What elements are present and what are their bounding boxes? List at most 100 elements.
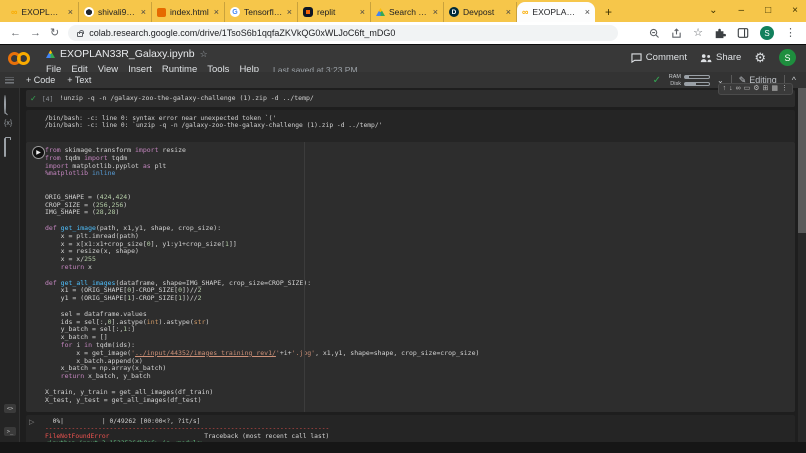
code-line: %matplotlib inline bbox=[45, 170, 795, 178]
minimize-button[interactable]: – bbox=[739, 6, 745, 16]
code-line bbox=[45, 178, 795, 186]
zoom-icon[interactable] bbox=[649, 28, 660, 39]
close-tab-icon[interactable]: × bbox=[506, 8, 511, 17]
notebook-title[interactable]: EXOPLAN33R_Galaxy.ipynb bbox=[60, 48, 195, 60]
browser-profile-avatar[interactable]: S bbox=[760, 26, 774, 40]
scrollbar-thumb[interactable] bbox=[798, 88, 806, 233]
browser-tab[interactable]: replit× bbox=[298, 2, 371, 22]
delete-cell-icon[interactable]: ▦ bbox=[771, 85, 778, 93]
tab-label: EXOPLAN33 bbox=[21, 7, 63, 17]
tab-search-chevron-icon[interactable]: ⌄ bbox=[709, 6, 717, 16]
cell-settings-icon[interactable]: ⚙ bbox=[753, 85, 759, 93]
add-comment-icon[interactable]: ▭ bbox=[744, 85, 751, 93]
tab-strip: ∞EXOPLAN33×shivali917/E×index.html×GTens… bbox=[6, 0, 595, 22]
extensions-puzzle-icon[interactable] bbox=[714, 27, 726, 39]
comment-button[interactable]: Comment bbox=[631, 52, 687, 63]
add-text-button[interactable]: + Text bbox=[67, 75, 91, 85]
browser-tab[interactable]: index.html × bbox=[152, 2, 225, 22]
resource-meter[interactable]: RAM Disk bbox=[668, 74, 710, 87]
code-line: X_test, y_test = get_all_images(df_test) bbox=[45, 397, 795, 405]
move-cell-down-icon[interactable]: ↓ bbox=[729, 85, 733, 93]
tab-label: index.html bbox=[170, 7, 210, 17]
url-text[interactable]: colab.research.google.com/drive/1TsoS6b1… bbox=[89, 28, 395, 38]
colab-favicon-icon: ∞ bbox=[11, 8, 17, 17]
notebook-scrollbar[interactable] bbox=[798, 88, 806, 442]
link-to-cell-icon[interactable]: ∞ bbox=[736, 85, 741, 93]
close-tab-icon[interactable]: × bbox=[585, 8, 590, 17]
forward-icon[interactable]: → bbox=[30, 28, 41, 39]
table-of-contents-icon[interactable] bbox=[5, 77, 14, 84]
colab-logo-icon[interactable] bbox=[8, 51, 40, 67]
add-code-button[interactable]: + Code bbox=[26, 75, 55, 85]
browser-tab[interactable]: Search resu× bbox=[371, 2, 444, 22]
run-cell-button[interactable]: ▶ bbox=[32, 146, 45, 159]
browser-tab[interactable]: DDevpost× bbox=[444, 2, 517, 22]
code-line: IMG_SHAPE = (28,28) bbox=[45, 209, 795, 217]
column-ruler bbox=[304, 142, 305, 412]
star-notebook-icon[interactable]: ☆ bbox=[200, 49, 208, 60]
drive-file-icon bbox=[46, 50, 55, 58]
code-line: return x bbox=[45, 264, 795, 272]
code-line: FileNotFoundError Traceback (most recent… bbox=[45, 433, 795, 440]
browser-tab[interactable]: GTensorflow× bbox=[225, 2, 298, 22]
search-icon[interactable] bbox=[4, 96, 6, 114]
code-line: ORIG_SHAPE = (424,424) bbox=[45, 194, 795, 202]
address-bar: ← → ↻ colab.research.google.com/drive/1T… bbox=[0, 22, 806, 45]
code-line bbox=[45, 186, 795, 194]
ram-bar bbox=[684, 75, 710, 79]
code-cell-2[interactable]: ▶ from skimage.transform import resizefr… bbox=[26, 142, 795, 412]
close-window-button[interactable]: × bbox=[792, 6, 798, 16]
drive-favicon-icon bbox=[376, 8, 385, 16]
colab-profile-avatar[interactable]: S bbox=[779, 49, 796, 66]
share-icon[interactable] bbox=[671, 28, 682, 39]
settings-gear-icon[interactable]: ⚙ bbox=[754, 51, 766, 64]
mirror-cell-icon[interactable]: ⊞ bbox=[763, 85, 769, 93]
files-folder-icon[interactable] bbox=[4, 139, 6, 157]
code-line: y1 = (ORIG_SHAPE[1]-CROP_SIZE[1])//2 bbox=[45, 295, 795, 303]
code-cell-1[interactable]: ✓ [4] !unzip -q -n /galaxy-zoo-the-galax… bbox=[26, 90, 795, 107]
url-field[interactable]: colab.research.google.com/drive/1TsoS6b1… bbox=[68, 25, 618, 41]
close-tab-icon[interactable]: × bbox=[433, 8, 438, 17]
cell-1-code[interactable]: !unzip -q -n /galaxy-zoo-the-galaxy-chal… bbox=[59, 95, 313, 103]
code-line: import matplotlib.pyplot as plt bbox=[45, 163, 795, 171]
browser-tab[interactable]: ∞ EXOPLAN33 × bbox=[6, 2, 79, 22]
close-tab-icon[interactable]: × bbox=[68, 8, 73, 17]
close-tab-icon[interactable]: × bbox=[287, 8, 292, 17]
close-tab-icon[interactable]: × bbox=[360, 8, 365, 17]
code-line: x_batch = [] bbox=[45, 334, 795, 342]
close-tab-icon[interactable]: × bbox=[141, 8, 146, 17]
code-line: x = x[x1:x1+crop_size[0], y1:y1+crop_siz… bbox=[45, 241, 795, 249]
notebook-content: {x} <> >_ ✓ [4] !unzip -q -n /galaxy-zoo… bbox=[0, 88, 806, 453]
move-cell-up-icon[interactable]: ↑ bbox=[723, 85, 727, 93]
side-panel-icon[interactable] bbox=[737, 27, 749, 39]
execution-count[interactable]: [4] bbox=[42, 95, 54, 103]
variables-icon[interactable]: {x} bbox=[4, 120, 12, 127]
browser-tab[interactable]: ∞EXOPLAN33× bbox=[517, 2, 595, 22]
browser-tab-bar: ∞EXOPLAN33×shivali917/E×index.html×GTens… bbox=[0, 0, 806, 22]
disk-bar bbox=[684, 82, 710, 86]
maximize-button[interactable]: □ bbox=[765, 6, 771, 16]
new-tab-button[interactable]: + bbox=[605, 5, 612, 19]
reload-icon[interactable]: ↻ bbox=[50, 28, 59, 39]
code-snippets-icon[interactable]: <> bbox=[4, 404, 16, 413]
left-sidebar: {x} <> >_ bbox=[0, 88, 20, 453]
close-tab-icon[interactable]: × bbox=[214, 8, 219, 17]
browser-tab[interactable]: shivali917/E× bbox=[79, 2, 152, 22]
bookmark-star-icon[interactable]: ☆ bbox=[693, 28, 703, 39]
code-line: !unzip -q -n /galaxy-zoo-the-galaxy-chal… bbox=[59, 95, 313, 103]
share-button[interactable]: Share bbox=[700, 52, 741, 63]
address-bar-actions: ☆ S ⋮ bbox=[649, 26, 796, 40]
code-line: /bin/bash: -c: line 0: `unzip -q -n /gal… bbox=[45, 122, 795, 129]
terminal-icon[interactable]: >_ bbox=[4, 427, 16, 436]
window-controls: ⌄ – □ × bbox=[709, 0, 798, 22]
more-cell-actions-icon[interactable]: ⋮ bbox=[781, 85, 788, 93]
connected-check-icon: ✓ bbox=[653, 75, 661, 86]
devpost-favicon-icon: D bbox=[449, 7, 459, 17]
browser-menu-icon[interactable]: ⋮ bbox=[785, 28, 796, 39]
code-line: ids = sel[:,0].astype(int).astype(str) bbox=[45, 319, 795, 327]
code-line: x_batch = np.array(x_batch) bbox=[45, 365, 795, 373]
back-icon[interactable]: ← bbox=[10, 28, 21, 39]
cell-2-code[interactable]: from skimage.transform import resizefrom… bbox=[26, 142, 795, 404]
output-marker-icon: ▷ bbox=[29, 418, 34, 426]
tab-label: EXOPLAN33 bbox=[532, 7, 580, 17]
